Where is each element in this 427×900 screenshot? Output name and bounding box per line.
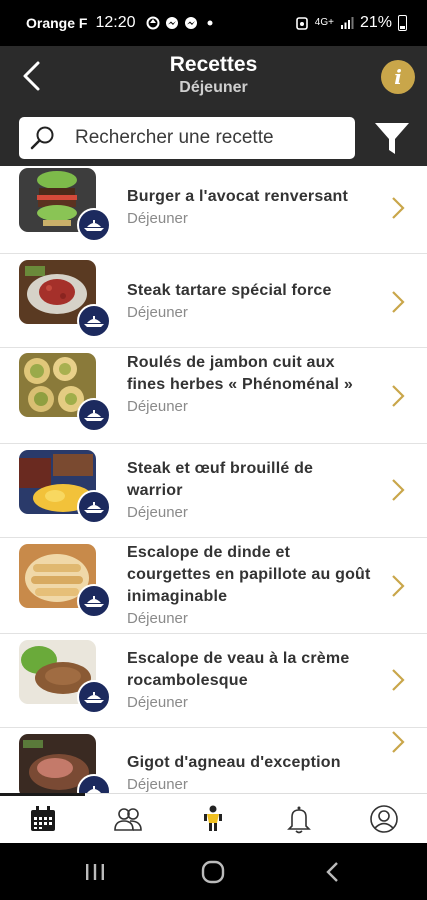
nav-community[interactable] [108, 800, 148, 838]
signal-icon [340, 17, 354, 29]
page-subtitle: Déjeuner [179, 79, 248, 96]
bottom-navigation [0, 793, 427, 843]
search-icon [30, 126, 54, 150]
chevron-right-icon [392, 575, 405, 597]
meal-type-badge [77, 398, 111, 432]
carrier-name: Orange F [26, 15, 88, 31]
meal-type-badge [77, 208, 111, 242]
recipe-title: Roulés de jambon cuit aux fines herbes «… [127, 354, 353, 393]
bell-icon [287, 806, 311, 834]
search-input[interactable]: Rechercher une recette [19, 117, 355, 159]
recipe-title: Steak tartare spécial force [127, 282, 332, 299]
plate-icon [84, 692, 104, 703]
recipe-item[interactable]: Steak tartare spécial force Déjeuner [0, 254, 427, 348]
meal-type-badge [77, 304, 111, 338]
status-time: 12:20 [95, 14, 136, 31]
recipe-category: Déjeuner [127, 610, 188, 627]
status-bar: Orange F 12:20 4G+ 21% [0, 0, 427, 46]
recipe-category: Déjeuner [127, 776, 188, 793]
recipe-category: Déjeuner [127, 304, 188, 321]
community-icon [114, 808, 142, 831]
filter-icon[interactable] [373, 120, 411, 158]
sync-icon [146, 16, 160, 30]
recipe-category: Déjeuner [127, 210, 188, 227]
nav-notifications[interactable] [279, 800, 319, 838]
nav-athlete[interactable] [193, 800, 233, 838]
recipe-title: Gigot d'agneau d'exception [127, 754, 341, 771]
calendar-icon [31, 806, 55, 831]
recipe-category: Déjeuner [127, 694, 188, 711]
recipe-category: Déjeuner [127, 398, 188, 415]
recipe-text: Escalope de dinde et courgettes en papil… [127, 542, 373, 629]
plate-icon [84, 410, 104, 421]
messenger-icon [165, 17, 178, 29]
plate-icon [87, 786, 101, 793]
recipe-item[interactable]: Escalope de veau à la crème rocambolesqu… [0, 634, 427, 728]
network-type: 4G+ [314, 17, 334, 28]
recipe-list[interactable]: Burger a l'avocat renversant Déjeuner St… [0, 166, 427, 793]
plate-icon [84, 596, 104, 607]
nav-profile[interactable] [364, 800, 404, 838]
recipe-item[interactable]: Escalope de dinde et courgettes en papil… [0, 538, 427, 634]
recipe-text: Gigot d'agneau d'exception Déjeuner [127, 752, 373, 793]
home-icon[interactable] [200, 859, 226, 885]
app-header: Recettes Déjeuner i Rechercher une recet… [0, 46, 427, 166]
chevron-right-icon [392, 731, 405, 753]
system-navigation-bar [0, 843, 427, 900]
meal-type-badge [77, 680, 111, 714]
athlete-icon [204, 805, 222, 831]
recipe-text: Roulés de jambon cuit aux fines herbes «… [127, 352, 357, 417]
dot-icon [207, 20, 213, 26]
chevron-right-icon [392, 291, 405, 313]
recipe-text: Steak tartare spécial force Déjeuner [127, 280, 373, 323]
alarm-icon [295, 17, 308, 30]
chevron-right-icon [392, 385, 405, 407]
search-placeholder: Rechercher une recette [75, 127, 274, 148]
info-button[interactable]: i [381, 60, 415, 94]
battery-icon [398, 15, 407, 31]
recipe-title: Burger a l'avocat renversant [127, 188, 349, 205]
plate-icon [84, 502, 104, 513]
plate-icon [84, 316, 104, 327]
meal-type-badge [77, 584, 111, 618]
recipe-category: Déjeuner [127, 504, 188, 521]
recipe-text: Steak et œuf brouillé de warrior Déjeune… [127, 458, 347, 523]
chevron-right-icon [392, 669, 405, 691]
info-icon: i [394, 65, 402, 89]
recipe-item[interactable]: Steak et œuf brouillé de warrior Déjeune… [0, 444, 427, 538]
recipe-text: Burger a l'avocat renversant Déjeuner [127, 186, 373, 229]
battery-percent: 21% [359, 14, 392, 31]
chevron-right-icon [392, 197, 405, 219]
recipe-item[interactable]: Gigot d'agneau d'exception Déjeuner [0, 728, 427, 793]
profile-icon [370, 805, 398, 833]
recipe-title: Escalope de dinde et courgettes en papil… [127, 544, 371, 605]
recipe-text: Escalope de veau à la crème rocambolesqu… [127, 648, 367, 713]
recipe-title: Steak et œuf brouillé de warrior [127, 460, 314, 499]
messenger-icon-2 [184, 17, 197, 29]
recipe-item[interactable]: Burger a l'avocat renversant Déjeuner [0, 166, 427, 254]
plate-icon [84, 220, 104, 231]
title-block: Recettes Déjeuner [0, 52, 427, 98]
recent-apps-icon[interactable] [82, 859, 108, 885]
meal-type-badge [77, 490, 111, 524]
active-tab-indicator [0, 793, 85, 796]
recipe-title: Escalope de veau à la crème rocambolesqu… [127, 650, 350, 689]
chevron-right-icon [392, 479, 405, 501]
page-title: Recettes [169, 53, 258, 76]
nav-calendar[interactable] [23, 800, 63, 838]
recipe-item[interactable]: Roulés de jambon cuit aux fines herbes «… [0, 348, 427, 444]
back-icon[interactable] [320, 859, 346, 885]
